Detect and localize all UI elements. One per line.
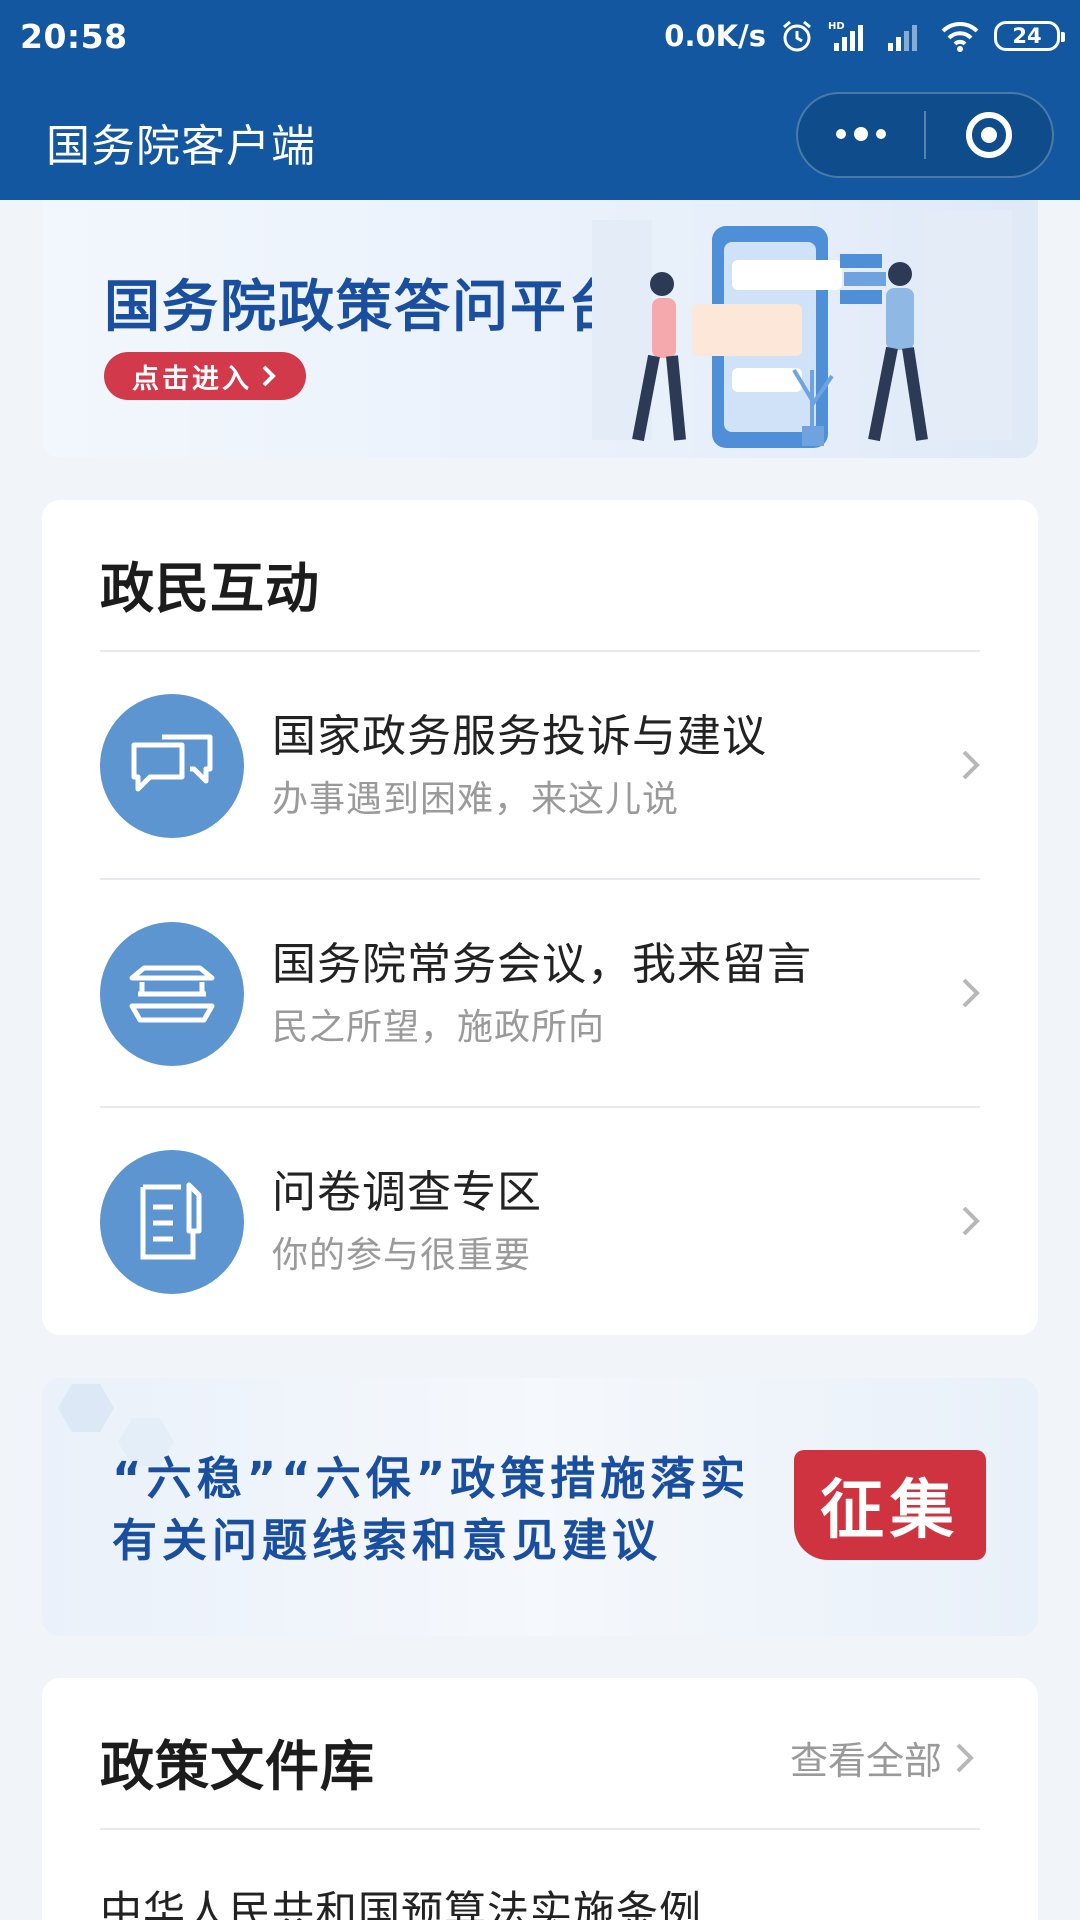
chevron-right-icon <box>956 1743 974 1772</box>
item-subtitle: 办事遇到困难，来这儿说 <box>272 779 680 820</box>
item-subtitle: 你的参与很重要 <box>272 1235 532 1276</box>
view-all-label: 查看全部 <box>790 1739 943 1783</box>
section-title: 政民互动 <box>100 557 320 620</box>
policy-library-card: 政策文件库 查看全部 中华人民共和国预算法实施条例 <box>42 1678 1038 1920</box>
network-speed: 0.0K/s <box>664 19 766 53</box>
close-miniprogram-button[interactable] <box>926 92 1052 178</box>
top-header: 20:58 0.0K/s HD 24 国务院客户端 <box>0 0 1080 200</box>
policy-qa-banner[interactable]: 国务院政策答问平台 点击进入 <box>42 200 1038 458</box>
target-icon <box>965 112 1012 158</box>
citizen-interaction-card: 政民互动 国家政务服务投诉与建议 办事遇到困难，来这儿说 国务院常务会议，我来留… <box>42 500 1038 1335</box>
more-menu-button[interactable] <box>798 92 924 178</box>
miniprogram-capsule <box>796 92 1054 178</box>
chevron-right-icon <box>962 978 980 1008</box>
item-subtitle: 民之所望，施政所向 <box>272 1007 606 1048</box>
view-all-link[interactable]: 查看全部 <box>790 1730 980 1785</box>
more-icon <box>836 127 886 141</box>
enter-button-label: 点击进入 <box>132 363 252 395</box>
banner-title: 国务院政策答问平台 <box>104 275 626 340</box>
survey-icon <box>100 1150 244 1294</box>
wifi-icon <box>941 21 979 52</box>
banner-illustration <box>592 210 1012 448</box>
chevron-right-icon <box>262 365 276 387</box>
policy-item[interactable]: 中华人民共和国预算法实施条例 <box>100 1878 702 1920</box>
item-title: 问卷调查专区 <box>272 1167 542 1218</box>
chevron-right-icon <box>962 750 980 780</box>
list-item-meeting[interactable]: 国务院常务会议，我来留言 民之所望，施政所向 <box>42 880 1038 1106</box>
enter-button[interactable]: 点击进入 <box>104 352 306 400</box>
collect-badge: 征集 <box>794 1450 986 1560</box>
alarm-icon <box>783 20 811 52</box>
section-title: 政策文件库 <box>100 1735 375 1798</box>
status-indicators: 0.0K/s HD 24 <box>664 19 1065 53</box>
app-title: 国务院客户端 <box>46 121 316 172</box>
battery-indicator: 24 <box>994 21 1065 51</box>
list-item-complaint[interactable]: 国家政务服务投诉与建议 办事遇到困难，来这儿说 <box>42 652 1038 878</box>
status-time: 20:58 <box>20 16 128 56</box>
banner-line-1: “六稳”“六保”政策措施落实 <box>112 1452 751 1505</box>
signal-icon <box>888 25 917 51</box>
item-title: 国务院常务会议，我来留言 <box>272 939 812 990</box>
list-item-survey[interactable]: 问卷调查专区 你的参与很重要 <box>42 1108 1038 1334</box>
battery-level: 24 <box>1012 24 1042 48</box>
banner-line-2: 有关问题线索和意见建议 <box>112 1514 663 1567</box>
chat-bubbles-icon <box>100 694 244 838</box>
hd-signal-icon: HD <box>828 21 863 51</box>
feedback-collection-banner[interactable]: “六稳”“六保”政策措施落实 有关问题线索和意见建议 征集 <box>42 1378 1038 1636</box>
building-icon <box>100 922 244 1066</box>
status-bar: 20:58 0.0K/s HD 24 <box>0 0 1080 72</box>
app-title-bar: 国务院客户端 <box>0 92 1080 184</box>
svg-text:HD: HD <box>828 21 845 32</box>
chevron-right-icon <box>962 1206 980 1236</box>
divider <box>100 1828 980 1830</box>
item-title: 国家政务服务投诉与建议 <box>272 711 767 762</box>
